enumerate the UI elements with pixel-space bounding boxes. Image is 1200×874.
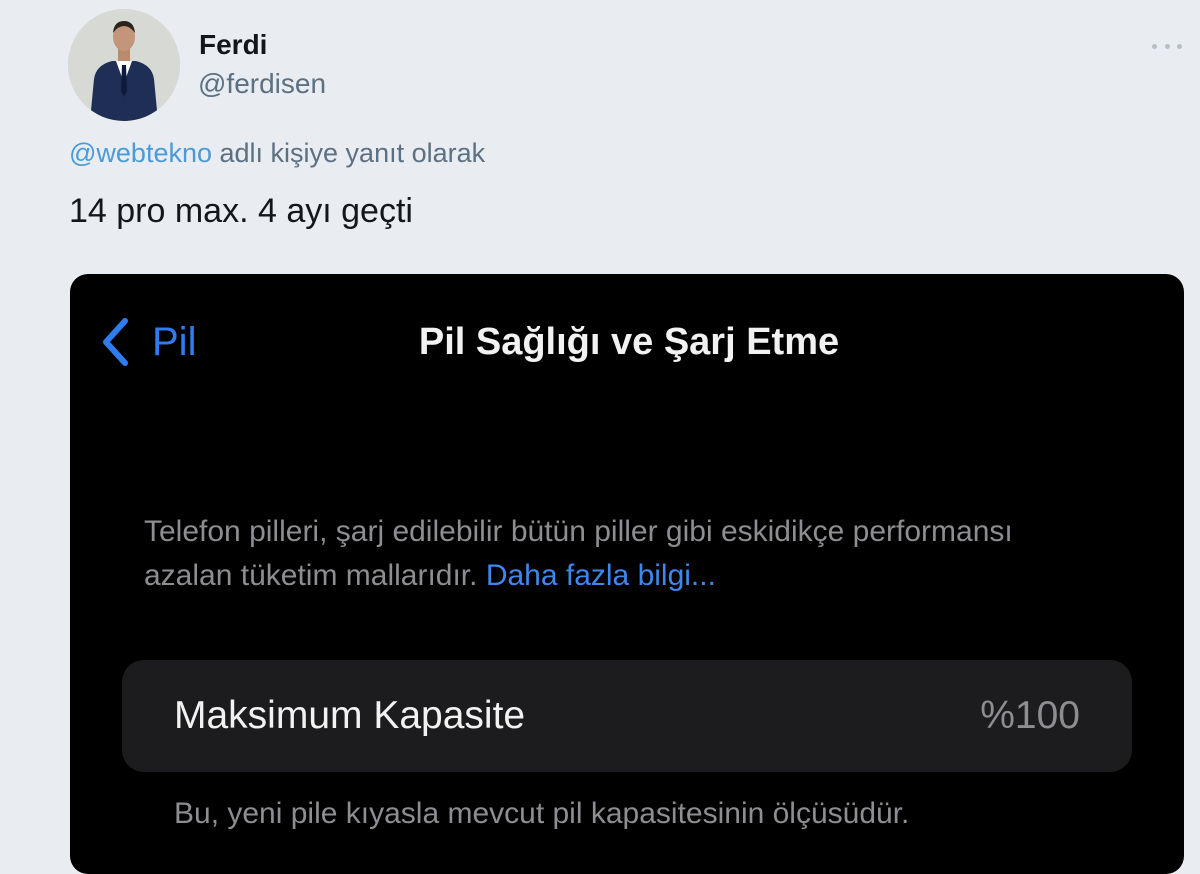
avatar[interactable] — [68, 9, 180, 121]
back-button: Pil — [100, 314, 196, 370]
author-display-name[interactable]: Ferdi — [199, 27, 267, 63]
tweet-media-image[interactable]: Pil Sağlığı ve Şarj Etme Pil Telefon pil… — [70, 274, 1184, 874]
screen-title-text: Pil Sağlığı ve Şarj Etme — [418, 321, 840, 363]
battery-description: Telefon pilleri, şarj edilebilir bütün p… — [144, 510, 1104, 598]
dot — [1152, 43, 1157, 49]
dot — [1177, 43, 1182, 49]
reply-context-text: adlı kişiye yanıt olarak — [212, 138, 486, 168]
maximum-capacity-row: Maksimum Kapasite %100 — [122, 660, 1132, 772]
screen-title: Pil Sağlığı ve Şarj Etme — [70, 314, 1184, 370]
back-label: Pil — [152, 320, 197, 364]
reply-context: @webtekno adlı kişiye yanıt olarak — [69, 136, 485, 170]
more-options-icon[interactable] — [1152, 36, 1182, 56]
capacity-footnote: Bu, yeni pile kıyasla mevcut pil kapasit… — [174, 797, 910, 830]
profile-photo — [68, 9, 180, 121]
tweet-text: 14 pro max. 4 ayı geçti — [69, 192, 413, 230]
capacity-value: %100 — [980, 694, 1080, 737]
learn-more-link: Daha fazla bilgi... — [485, 559, 716, 592]
author-handle[interactable]: @ferdisen — [198, 66, 326, 102]
capacity-label: Maksimum Kapasite — [174, 694, 526, 737]
chevron-left-icon — [103, 318, 128, 366]
reply-mention-link[interactable]: @webtekno — [69, 138, 212, 168]
dot — [1164, 43, 1170, 49]
